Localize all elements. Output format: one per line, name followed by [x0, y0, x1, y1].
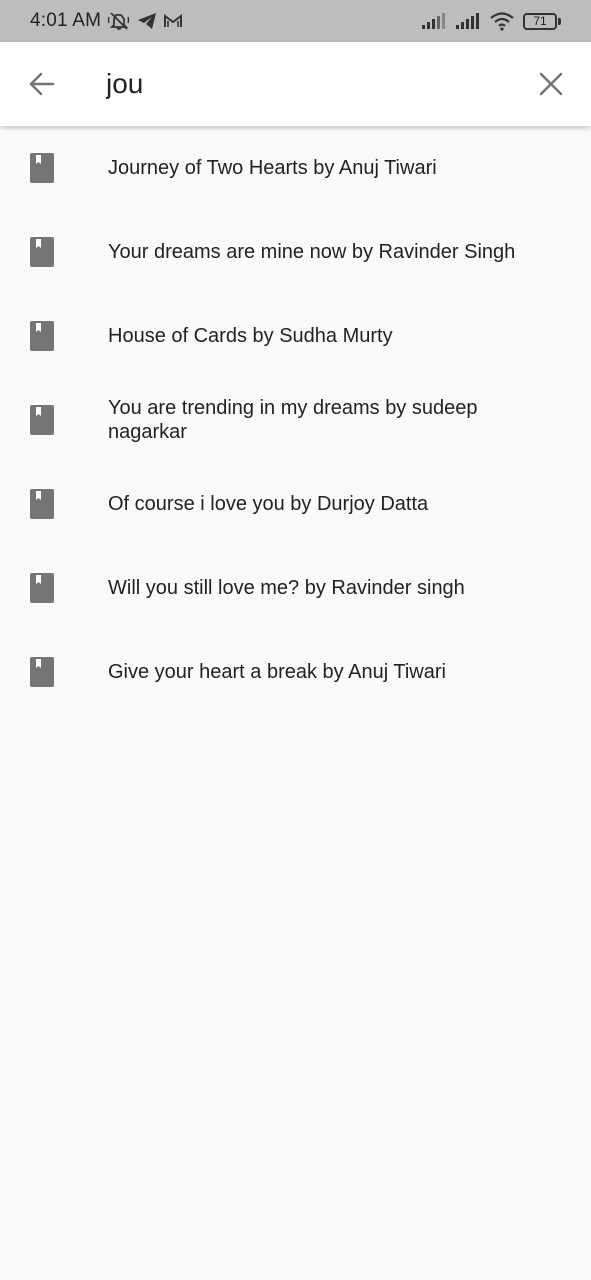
close-icon	[539, 72, 563, 96]
clear-search-button[interactable]	[527, 60, 575, 108]
list-item[interactable]: Give your heart a break by Anuj Tiwari	[0, 630, 591, 714]
book-icon	[30, 573, 54, 603]
list-item[interactable]: Of course i love you by Durjoy Datta	[0, 462, 591, 546]
book-icon	[30, 237, 54, 267]
list-item[interactable]: Will you still love me? by Ravinder sing…	[0, 546, 591, 630]
battery-icon: 71	[523, 12, 561, 30]
book-icon	[30, 489, 54, 519]
telegram-icon	[137, 11, 157, 31]
result-label: House of Cards by Sudha Murty	[108, 325, 393, 347]
status-left: 4:01 AM	[30, 10, 183, 32]
arrow-back-icon	[29, 72, 55, 96]
status-right: 71	[421, 11, 561, 31]
gmail-icon	[163, 11, 183, 31]
result-label: Journey of Two Hearts by Anuj Tiwari	[108, 157, 437, 179]
search-input[interactable]	[106, 62, 506, 106]
status-time: 4:01 AM	[30, 10, 102, 31]
list-item[interactable]: House of Cards by Sudha Murty	[0, 294, 591, 378]
result-label: Will you still love me? by Ravinder sing…	[108, 577, 465, 599]
signal-icon	[455, 11, 481, 31]
search-results-list: Journey of Two Hearts by Anuj Tiwari You…	[0, 126, 591, 714]
status-bar: 4:01 AM 71	[0, 0, 591, 42]
search-app-bar	[0, 42, 591, 126]
wifi-icon	[489, 11, 515, 31]
list-item[interactable]: Your dreams are mine now by Ravinder Sin…	[0, 210, 591, 294]
book-icon	[30, 657, 54, 687]
back-button[interactable]	[18, 60, 66, 108]
signal-icon	[421, 11, 447, 31]
book-icon	[30, 405, 54, 435]
result-label: Of course i love you by Durjoy Datta	[108, 493, 429, 515]
list-item[interactable]: You are trending in my dreams by sudeep …	[0, 378, 591, 462]
battery-tip	[558, 17, 561, 25]
book-icon	[30, 153, 54, 183]
battery-level: 71	[523, 12, 557, 30]
result-label: Give your heart a break by Anuj Tiwari	[108, 661, 446, 683]
result-label: Your dreams are mine now by Ravinder Sin…	[108, 241, 516, 263]
book-icon	[30, 321, 54, 351]
list-item[interactable]: Journey of Two Hearts by Anuj Tiwari	[0, 126, 591, 210]
mute-icon	[107, 11, 131, 31]
result-label: You are trending in my dreams by sudeep …	[108, 397, 478, 443]
